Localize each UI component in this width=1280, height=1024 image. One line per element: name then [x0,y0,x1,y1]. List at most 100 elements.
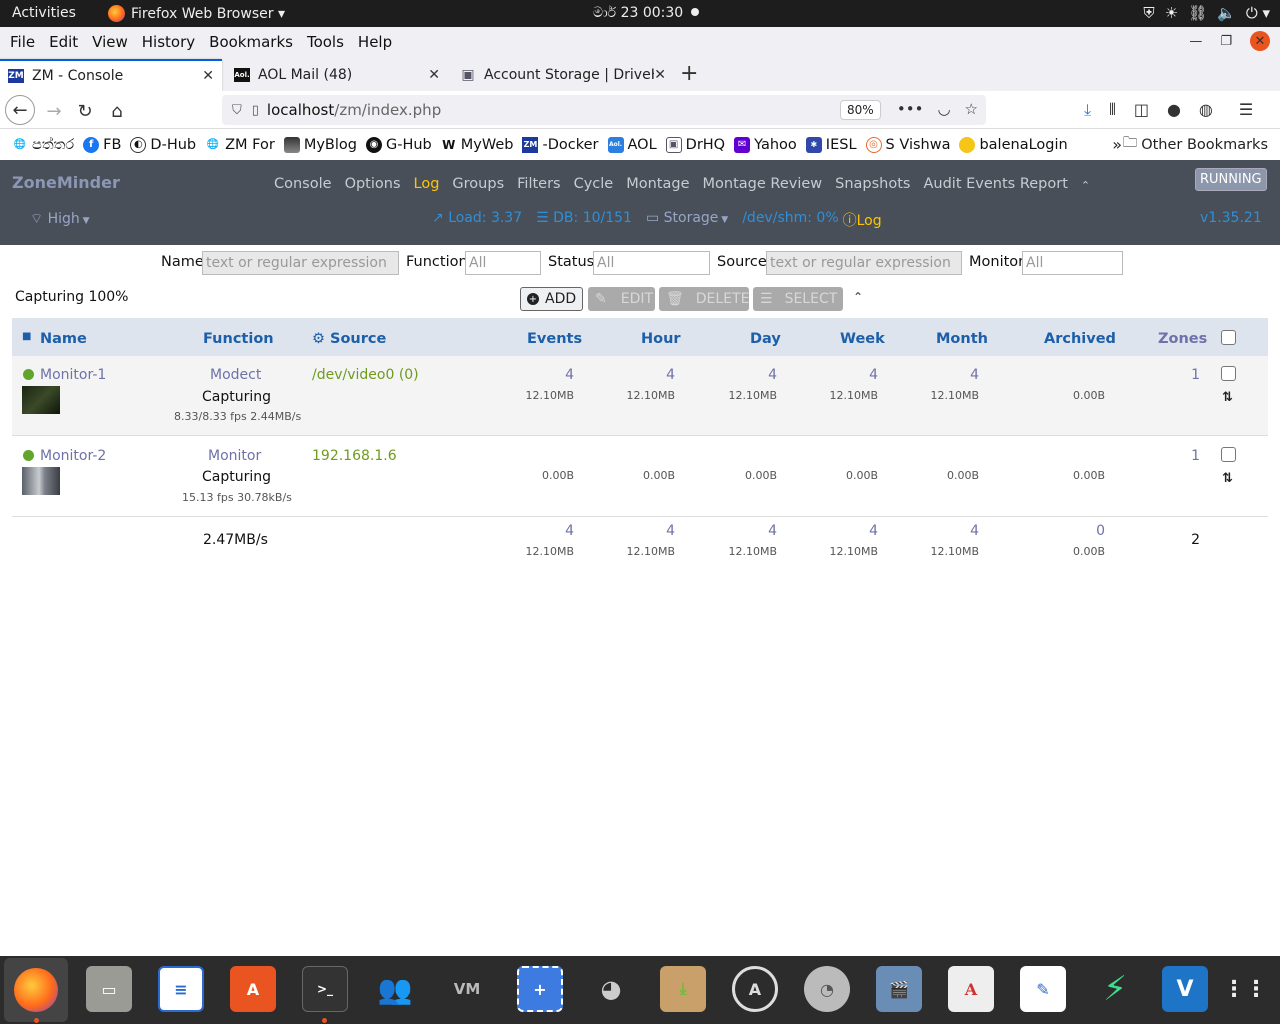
total-archived-link[interactable]: 0 [1032,523,1105,539]
col-archived[interactable]: Archived [1044,331,1116,347]
bookmark-item[interactable]: Aol. AOL [607,136,657,153]
url-bar[interactable]: ⛉ ▯ localhost/zm/index.php 80% ••• ◡ ☆ [222,95,986,125]
monitor-source-link[interactable]: /dev/video0 (0) [312,367,419,383]
zoom-level[interactable]: 80% [840,100,881,120]
total-hour-link[interactable]: 4 [612,523,675,539]
video-editor-icon[interactable]: 🎬 [876,966,922,1012]
monitor-thumbnail[interactable] [22,467,60,495]
tab-aol-mail[interactable]: Aol. AOL Mail (48) ✕ [226,59,448,91]
col-hour[interactable]: Hour [641,331,681,347]
bookmark-star-icon[interactable]: ☆ [965,100,978,118]
pocket-icon[interactable]: ◡ [937,100,950,118]
add-monitor-button[interactable]: + ADD [520,287,584,311]
bookmark-item[interactable]: f FB [83,136,121,153]
activities-button[interactable]: Activities [12,5,76,21]
volume-icon[interactable]: 🔈 [1217,4,1236,22]
show-applications-icon[interactable]: ⋮⋮ [1222,966,1268,1012]
extension-icon[interactable]: ◍ [1199,100,1213,120]
source-filter-input[interactable]: text or regular expression [766,251,962,275]
nav-log[interactable]: Log [414,176,440,192]
close-window-icon[interactable]: ✕ [1250,31,1270,51]
files-icon[interactable]: ▭ [86,966,132,1012]
shield-icon[interactable]: ⛨ [1143,4,1154,22]
menu-tools[interactable]: Tools [307,33,344,51]
minimize-icon[interactable]: — [1189,34,1202,49]
row-select-checkbox[interactable] [1221,366,1236,381]
bookmark-item[interactable]: ZM -Docker [522,136,599,153]
other-bookmarks[interactable]: 🗀 Other Bookmarks [1123,132,1268,157]
page-info-icon[interactable]: ▯ [252,103,259,118]
total-week-link[interactable]: 4 [812,523,878,539]
tab-account-storage[interactable]: ▣ Account Storage | DriveH ✕ [452,59,674,91]
more-bookmarks-icon[interactable]: » [1112,135,1122,154]
col-day[interactable]: Day [750,331,781,347]
nav-groups[interactable]: Groups [452,176,504,192]
bookmark-item[interactable]: ◉ G-Hub [366,136,432,153]
select-all-checkbox[interactable] [1221,330,1236,345]
maximize-icon[interactable]: ❐ [1220,34,1232,49]
nav-snapshots[interactable]: Snapshots [835,176,910,192]
monitor-source-link[interactable]: 192.168.1.6 [312,448,397,464]
menu-edit[interactable]: Edit [49,33,78,51]
forward-icon[interactable]: → [40,97,68,125]
col-events[interactable]: Events [527,331,582,347]
menu-bookmarks[interactable]: Bookmarks [209,33,293,51]
energy-icon[interactable]: ⚡ [1092,966,1138,1012]
run-state-button[interactable]: RUNNING [1195,168,1267,191]
month-count-link[interactable]: 4 [912,367,979,383]
text-editor-icon[interactable]: ✎ [1020,966,1066,1012]
nav-options[interactable]: Options [345,176,401,192]
clock[interactable]: මාර් 23 00:30 [593,5,700,21]
menu-help[interactable]: Help [358,33,392,51]
col-name[interactable]: Name [40,331,87,347]
sort-arrows-icon[interactable]: ⇅ [1222,471,1233,486]
font-viewer-icon[interactable]: A [948,966,994,1012]
bookmark-item[interactable]: ✉ Yahoo [734,136,797,153]
log-status[interactable]: ⓘLog [843,210,882,230]
col-week[interactable]: Week [840,331,885,347]
day-count-link[interactable]: 4 [712,367,777,383]
account-avatar-icon[interactable]: ● [1167,100,1181,120]
nav-audit-events-report[interactable]: Audit Events Report [923,176,1067,192]
bookmark-item[interactable]: ◎ S Vishwa [865,136,950,153]
network-icon[interactable]: ⛓ [1188,4,1207,22]
zones-count-link[interactable]: 1 [1162,448,1200,464]
archive-installer-icon[interactable]: ⤓ [660,966,706,1012]
col-source[interactable]: Source [330,331,386,347]
home-icon[interactable]: ⌂ [103,97,131,125]
power-icon[interactable]: ⏻ ▾ [1246,4,1270,22]
nav-filters[interactable]: Filters [517,176,560,192]
col-zones[interactable]: Zones [1158,331,1207,347]
menu-history[interactable]: History [142,33,195,51]
name-filter-input[interactable]: text or regular expression [202,251,399,275]
nav-cycle[interactable]: Cycle [574,176,614,192]
nav-montage-review[interactable]: Montage Review [703,176,823,192]
bandwidth-dropdown[interactable]: ⌔ High ▼ [30,210,90,228]
zm-brand[interactable]: ZoneMinder [12,173,120,192]
monitor-function-link[interactable]: Modect [210,367,261,383]
total-day-link[interactable]: 4 [712,523,777,539]
storage-dropdown[interactable]: ▭ Storage ▼ [646,210,728,230]
function-filter-select[interactable]: All [465,251,541,275]
bookmark-item[interactable]: W MyWeb [441,137,513,153]
row-select-checkbox[interactable] [1221,447,1236,462]
hour-count-link[interactable]: 4 [612,367,675,383]
bookmark-item[interactable]: MyBlog [283,136,357,153]
bookmark-item[interactable]: ◐ D-Hub [130,136,196,153]
gimp-icon[interactable]: ◕ [588,966,634,1012]
system-tray[interactable]: ⛨ ☀ ⛓ 🔈 ⏻ ▾ [1143,4,1270,22]
back-icon[interactable]: ← [5,95,35,125]
zones-count-link[interactable]: 1 [1162,367,1200,383]
sort-arrows-icon[interactable]: ⇅ [1222,390,1233,405]
brightness-icon[interactable]: ☀ [1165,4,1178,22]
sidebar-icon[interactable]: ◫ [1134,100,1149,120]
hamburger-menu-icon[interactable]: ☰ [1239,100,1253,120]
close-tab-icon[interactable]: ✕ [428,67,440,83]
col-month[interactable]: Month [936,331,988,347]
software-center-icon[interactable]: A [230,966,276,1012]
week-count-link[interactable]: 4 [812,367,878,383]
version-label[interactable]: v1.35.21 [1200,210,1262,226]
bookmark-item[interactable]: balenaLogin [959,136,1068,153]
bookmark-item[interactable]: 🌐 පත්තර [12,137,74,153]
menu-view[interactable]: View [92,33,128,51]
